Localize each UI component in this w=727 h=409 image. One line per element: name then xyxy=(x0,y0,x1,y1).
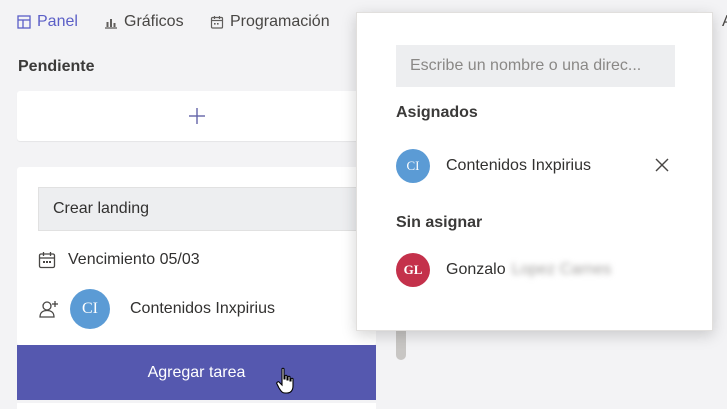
close-icon[interactable] xyxy=(654,157,670,173)
tab-label: A xyxy=(722,13,727,31)
avatar: GL xyxy=(396,253,430,287)
calendar-icon xyxy=(38,252,56,269)
avatar: CI xyxy=(70,289,110,329)
tab-panel[interactable]: Panel xyxy=(17,11,78,33)
plus-icon xyxy=(188,108,205,124)
task-assignee[interactable]: CI Contenidos Inxpirius xyxy=(38,289,275,329)
calendar-icon xyxy=(210,15,224,29)
assigned-person[interactable]: CI Contenidos Inxpirius xyxy=(396,149,591,183)
assignee-search-input[interactable] xyxy=(396,45,675,87)
due-date[interactable]: Vencimiento 05/03 xyxy=(38,251,200,269)
person-name: Gonzalo xyxy=(446,261,506,278)
assignee-name: Contenidos Inxpirius xyxy=(130,300,275,317)
tab-label: Gráficos xyxy=(124,13,184,30)
assign-popup: Asignados CI Contenidos Inxpirius Sin as… xyxy=(356,12,713,331)
task-name-input[interactable]: Crear landing xyxy=(38,187,368,231)
due-date-label: Vencimiento 05/03 xyxy=(68,251,200,268)
tab-label: Panel xyxy=(37,13,78,30)
tab-programacion[interactable]: Programación xyxy=(210,11,330,33)
hand-cursor-icon xyxy=(276,367,294,394)
unassigned-section-label: Sin asignar xyxy=(396,214,483,231)
tab-graficos[interactable]: Gráficos xyxy=(104,11,184,33)
next-card xyxy=(17,403,376,409)
tab-label: Programación xyxy=(230,13,330,30)
person-surname-blurred: Lopez Carnes xyxy=(511,261,612,278)
person-name: Contenidos Inxpirius xyxy=(446,157,591,174)
add-task-card-button[interactable] xyxy=(17,91,376,141)
add-person-icon xyxy=(38,298,60,320)
add-task-button[interactable]: Agregar tarea xyxy=(17,345,376,400)
assigned-section-label: Asignados xyxy=(396,104,478,121)
tab-cut-off[interactable]: A xyxy=(722,11,727,33)
board-icon xyxy=(17,15,31,29)
avatar: CI xyxy=(396,149,430,183)
chart-icon xyxy=(104,15,118,29)
task-card: Crear landing Vencimiento 05/03 CI Conte… xyxy=(17,167,376,345)
bucket-title: Pendiente xyxy=(18,58,95,75)
unassigned-person[interactable]: GL Gonzalo Lopez Carnes xyxy=(396,253,611,287)
